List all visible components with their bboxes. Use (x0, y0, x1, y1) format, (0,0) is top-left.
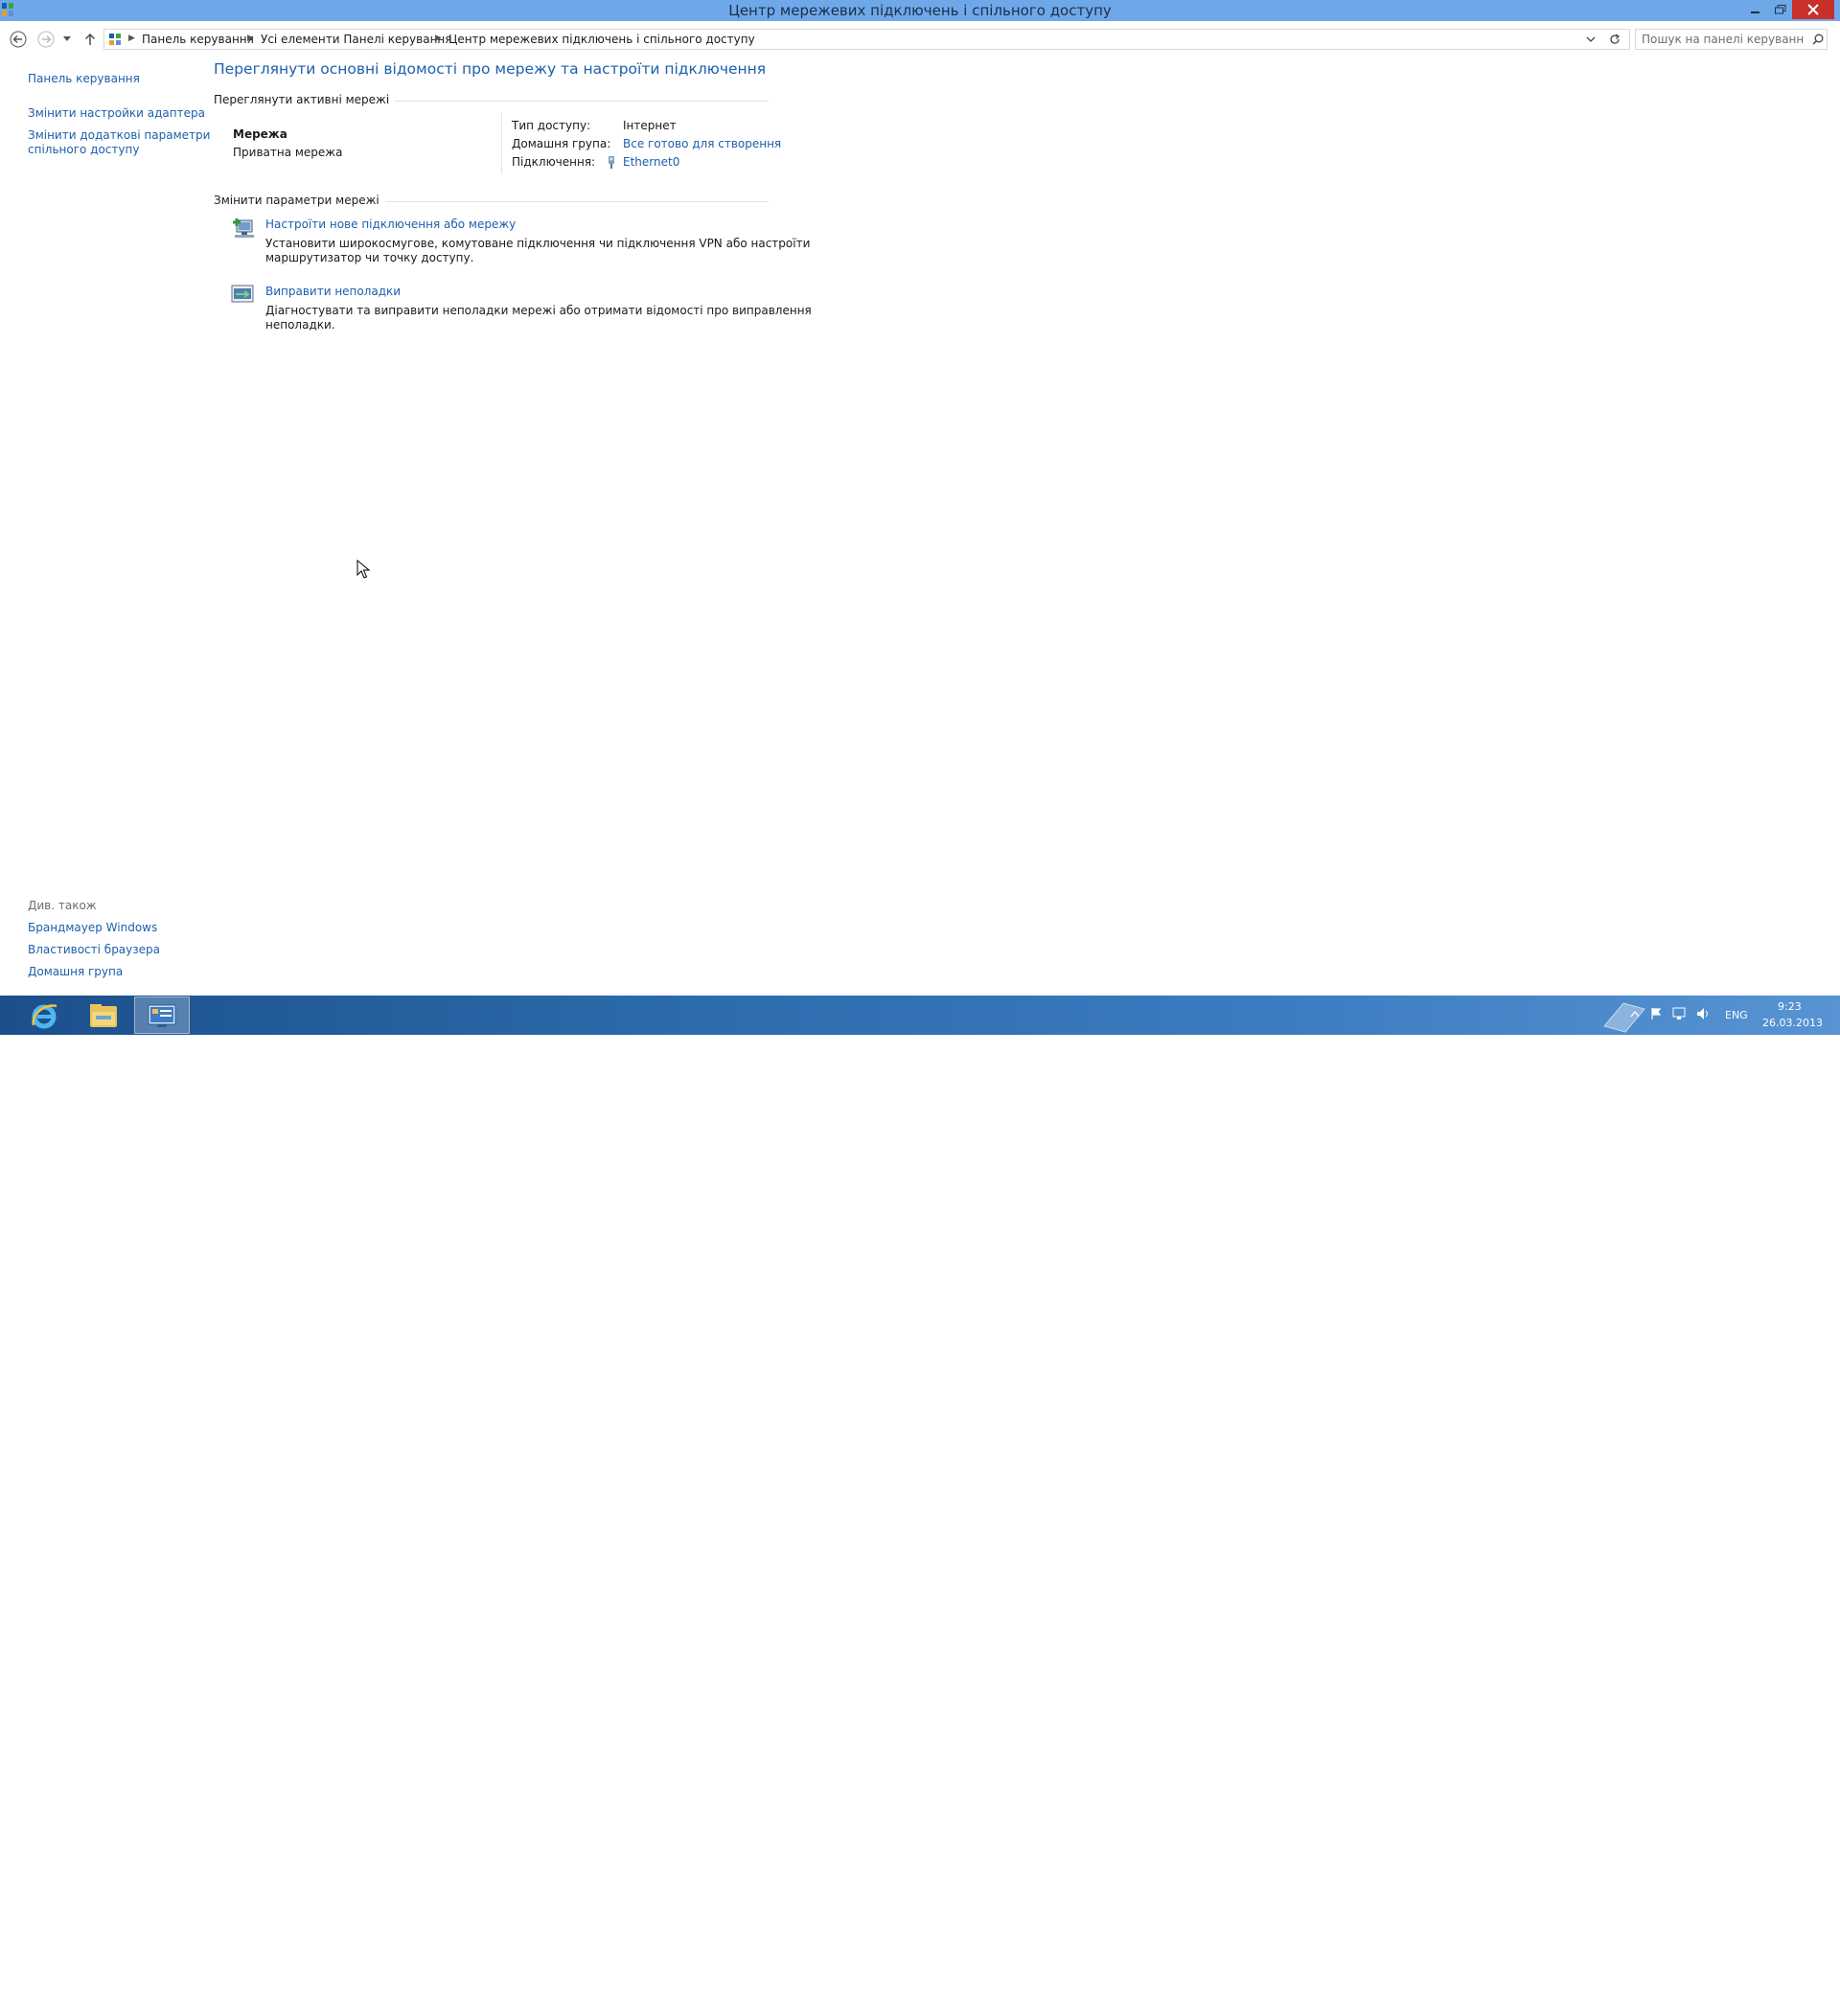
up-button[interactable] (80, 30, 100, 49)
ethernet-icon (609, 156, 614, 169)
setup-new-connection-desc-cont: маршрутизатор чи точку доступу. (265, 251, 474, 264)
control-panel-icon (109, 34, 121, 45)
back-arrow-icon (10, 31, 27, 48)
volume-icon[interactable] (1696, 1007, 1712, 1020)
close-button[interactable] (1792, 0, 1834, 19)
breadcrumb-network-center[interactable]: Центр мережевих підключень і спільного д… (448, 33, 755, 46)
taskbar-control-panel[interactable] (134, 997, 190, 1034)
see-also-homegroup[interactable]: Домашня група (28, 965, 123, 978)
chevron-down-icon[interactable] (1586, 36, 1596, 43)
active-networks-title: Переглянути активні мережі (214, 93, 396, 106)
setup-new-connection-desc: Установити широкосмугове, комутоване під… (265, 237, 811, 250)
clock-date[interactable]: 26.03.2013 (1762, 1017, 1823, 1029)
breadcrumb-separator-icon[interactable]: ▶ (247, 34, 254, 43)
back-button[interactable] (9, 30, 28, 49)
vertical-divider (501, 113, 502, 173)
watermark-text: The Collection Book (1661, 1995, 1840, 2016)
close-icon (1807, 4, 1819, 15)
file-explorer-icon (90, 1003, 117, 1027)
ethernet-connection-link[interactable]: Ethernet0 (623, 155, 679, 169)
setup-new-connection-link[interactable]: Настроїти нове підключення або мережу (265, 218, 516, 231)
restore-button[interactable] (1768, 0, 1793, 19)
network-type: Приватна мережа (233, 146, 343, 159)
breadcrumb-control-panel[interactable]: Панель керування (142, 33, 254, 46)
minimize-icon (1751, 11, 1760, 13)
search-box[interactable] (1635, 29, 1828, 50)
breadcrumb-separator-icon[interactable]: ▶ (435, 34, 442, 43)
homegroup-label: Домашня група: (512, 137, 611, 150)
page-title: Переглянути основні відомості про мережу… (214, 60, 767, 78)
address-box[interactable]: ▶ Панель керування ▶ Усі елементи Панелі… (104, 29, 1630, 50)
forward-button[interactable] (36, 30, 56, 49)
taskbar: The Collection Book ENG 9:23 26.03.2013 (0, 996, 1840, 2016)
language-indicator[interactable]: ENG (1725, 1009, 1748, 1021)
mouse-cursor-icon (356, 560, 370, 579)
clock-time[interactable]: 9:23 (1778, 1000, 1802, 1013)
sidebar-control-panel-home[interactable]: Панель керування (28, 72, 140, 85)
access-type-label: Тип доступу: (512, 119, 591, 132)
recent-locations-button[interactable] (60, 30, 74, 49)
breadcrumb-separator-icon[interactable]: ▶ (128, 34, 135, 43)
troubleshoot-desc: Діагностувати та виправити неполадки мер… (265, 304, 812, 317)
sidebar-change-adapter-settings[interactable]: Змінити настройки адаптера (28, 106, 205, 120)
troubleshoot-icon (231, 285, 254, 303)
new-connection-icon (233, 218, 254, 238)
network-name: Мережа (233, 127, 288, 141)
search-icon[interactable] (1812, 34, 1824, 45)
sidebar-change-sharing-settings-cont[interactable]: спільного доступу (28, 143, 139, 156)
see-also-title: Див. також (28, 899, 97, 912)
minimize-button[interactable] (1743, 0, 1768, 19)
access-type-value: Інтернет (623, 119, 677, 132)
connections-label: Підключення: (512, 155, 596, 169)
title-bar: Центр мережевих підключень і спільного д… (0, 0, 1840, 21)
troubleshoot-desc-cont: неполадки. (265, 318, 335, 332)
sidebar-change-sharing-settings[interactable]: Змінити додаткові параметри (28, 128, 210, 142)
control-panel-icon (148, 1004, 176, 1027)
troubleshoot-link[interactable]: Виправити неполадки (265, 285, 401, 298)
chevron-down-icon (63, 36, 71, 41)
navigation-bar: ▶ Панель керування ▶ Усі елементи Панелі… (0, 21, 1840, 56)
show-hidden-icons-icon[interactable] (1630, 1011, 1640, 1018)
watermark-book-icon (1603, 1002, 1645, 1033)
up-arrow-icon (85, 34, 95, 45)
refresh-icon[interactable] (1609, 34, 1621, 45)
breadcrumb-all-items[interactable]: Усі елементи Панелі керування (261, 33, 452, 46)
taskbar-file-explorer[interactable] (76, 997, 131, 1034)
homegroup-link[interactable]: Все готово для створення (623, 137, 781, 150)
see-also-windows-firewall[interactable]: Брандмауер Windows (28, 921, 157, 934)
network-status-icon[interactable] (1672, 1007, 1686, 1020)
change-settings-title: Змінити параметри мережі (214, 194, 385, 207)
restore-icon (1775, 5, 1786, 14)
taskbar-internet-explorer[interactable] (16, 997, 72, 1034)
search-input[interactable] (1642, 32, 1805, 47)
forward-arrow-icon (37, 31, 55, 48)
internet-explorer-icon (32, 1003, 58, 1028)
see-also-internet-options[interactable]: Властивості браузера (28, 943, 160, 956)
action-center-flag-icon[interactable] (1650, 1007, 1662, 1020)
window-title: Центр мережевих підключень і спільного д… (728, 2, 1112, 19)
